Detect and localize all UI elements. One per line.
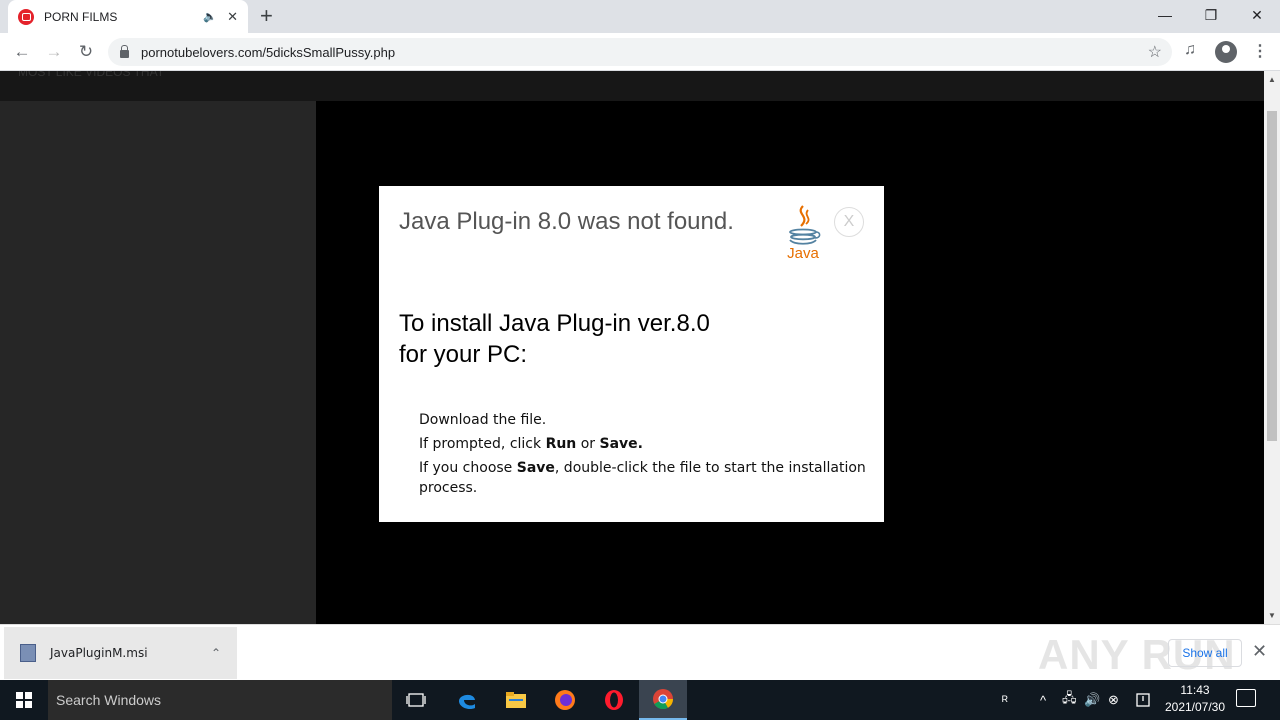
- show-hidden-icons-icon[interactable]: ^: [1040, 680, 1046, 720]
- download-bar-close-icon[interactable]: ✕: [1252, 641, 1267, 662]
- bookmark-star-icon[interactable]: ☆: [1148, 42, 1162, 62]
- download-filename[interactable]: JavaPluginM.msi: [50, 646, 211, 660]
- task-view-icon[interactable]: [392, 680, 440, 720]
- start-button[interactable]: [0, 680, 48, 720]
- step-save-run: If you choose Save, double-click the fil…: [419, 460, 866, 496]
- chrome-menu-icon[interactable]: ⋮: [1252, 41, 1268, 61]
- page-scrollbar[interactable]: ▲ ▼: [1264, 71, 1280, 624]
- tab-title: PORN FILMS: [44, 9, 118, 24]
- install-instructions-title: To install Java Plug-in ver.8.0 for your…: [399, 310, 710, 368]
- scroll-up-icon[interactable]: ▲: [1268, 75, 1276, 84]
- java-logo-icon: Java: [787, 205, 821, 262]
- windows-taskbar: Search Windows ᴿ ^ 🖧 🔊 ⊗ 11:43 2021/07/3…: [0, 680, 1280, 720]
- back-button[interactable]: ←: [11, 41, 33, 63]
- chrome-icon[interactable]: [639, 680, 687, 720]
- address-bar[interactable]: pornotubelovers.com/5dicksSmallPussy.php…: [108, 38, 1172, 66]
- scrollbar-thumb[interactable]: [1267, 111, 1277, 441]
- page-sidebar: [0, 101, 316, 624]
- system-clock[interactable]: 11:43 2021/07/30: [1158, 682, 1232, 716]
- step-download: Download the file.: [419, 412, 547, 428]
- clock-date: 2021/07/30: [1164, 700, 1226, 714]
- dialog-close-button[interactable]: X: [834, 207, 864, 237]
- network-icon[interactable]: 🖧: [1062, 680, 1077, 720]
- firefox-icon[interactable]: [541, 680, 589, 720]
- file-explorer-icon[interactable]: [492, 680, 540, 720]
- download-item[interactable]: JavaPluginM.msi ⌃: [4, 627, 237, 679]
- action-center-badge-icon[interactable]: [1136, 680, 1150, 720]
- dialog-heading: Java Plug-in 8.0 was not found.: [399, 208, 734, 235]
- site-header-strip: MOST LIKE VIDEOS THAT: [0, 71, 1264, 101]
- profile-avatar-icon[interactable]: [1215, 41, 1237, 63]
- tab-bar: PORN FILMS 🔈 ✕ + — ❐ ✕: [0, 0, 1280, 33]
- search-placeholder[interactable]: Search Windows: [56, 692, 161, 708]
- opera-icon[interactable]: [590, 680, 638, 720]
- window-controls: — ❐ ✕: [1142, 0, 1280, 30]
- browser-toolbar: ← → ↻ pornotubelovers.com/5dicksSmallPus…: [0, 33, 1280, 71]
- download-bar: JavaPluginM.msi ⌃ ANY RUN Show all ✕: [0, 624, 1280, 680]
- new-tab-button[interactable]: +: [260, 4, 273, 28]
- people-icon[interactable]: ᴿ: [1002, 680, 1008, 720]
- edge-icon[interactable]: [443, 680, 491, 720]
- java-plugin-dialog: Java Plug-in 8.0 was not found. Java X T…: [379, 186, 884, 522]
- java-logo-text: Java: [787, 245, 819, 262]
- taskbar-search[interactable]: Search Windows: [48, 680, 392, 720]
- step-prompted: If prompted, click Run or Save.: [419, 436, 643, 452]
- minimize-button[interactable]: —: [1142, 0, 1188, 30]
- reload-button[interactable]: ↻: [75, 41, 97, 63]
- site-favicon-icon: [18, 8, 34, 25]
- volume-icon[interactable]: 🔊: [1084, 680, 1100, 720]
- no-connection-icon[interactable]: ⊗: [1108, 680, 1119, 720]
- window-close-button[interactable]: ✕: [1234, 0, 1280, 30]
- audio-playing-icon[interactable]: 🔈: [203, 10, 217, 23]
- notifications-icon[interactable]: [1236, 689, 1256, 707]
- clock-time: 11:43: [1180, 683, 1210, 697]
- site-header-text: MOST LIKE VIDEOS THAT: [18, 71, 165, 79]
- chevron-up-icon[interactable]: ⌃: [211, 646, 221, 660]
- restore-button[interactable]: ❐: [1188, 0, 1234, 30]
- media-control-icon[interactable]: ♫: [1184, 41, 1196, 59]
- show-all-button[interactable]: Show all: [1168, 639, 1242, 667]
- forward-button[interactable]: →: [43, 41, 65, 63]
- browser-tab[interactable]: PORN FILMS 🔈 ✕: [8, 0, 248, 33]
- msi-file-icon: [20, 644, 36, 662]
- url-text[interactable]: pornotubelovers.com/5dicksSmallPussy.php: [141, 45, 395, 60]
- lock-icon[interactable]: [120, 44, 129, 58]
- scroll-down-icon[interactable]: ▼: [1268, 611, 1276, 620]
- tab-close-icon[interactable]: ✕: [227, 9, 238, 25]
- windows-logo-icon: [16, 692, 32, 708]
- install-steps: Download the file. If prompted, click Ru…: [419, 410, 869, 502]
